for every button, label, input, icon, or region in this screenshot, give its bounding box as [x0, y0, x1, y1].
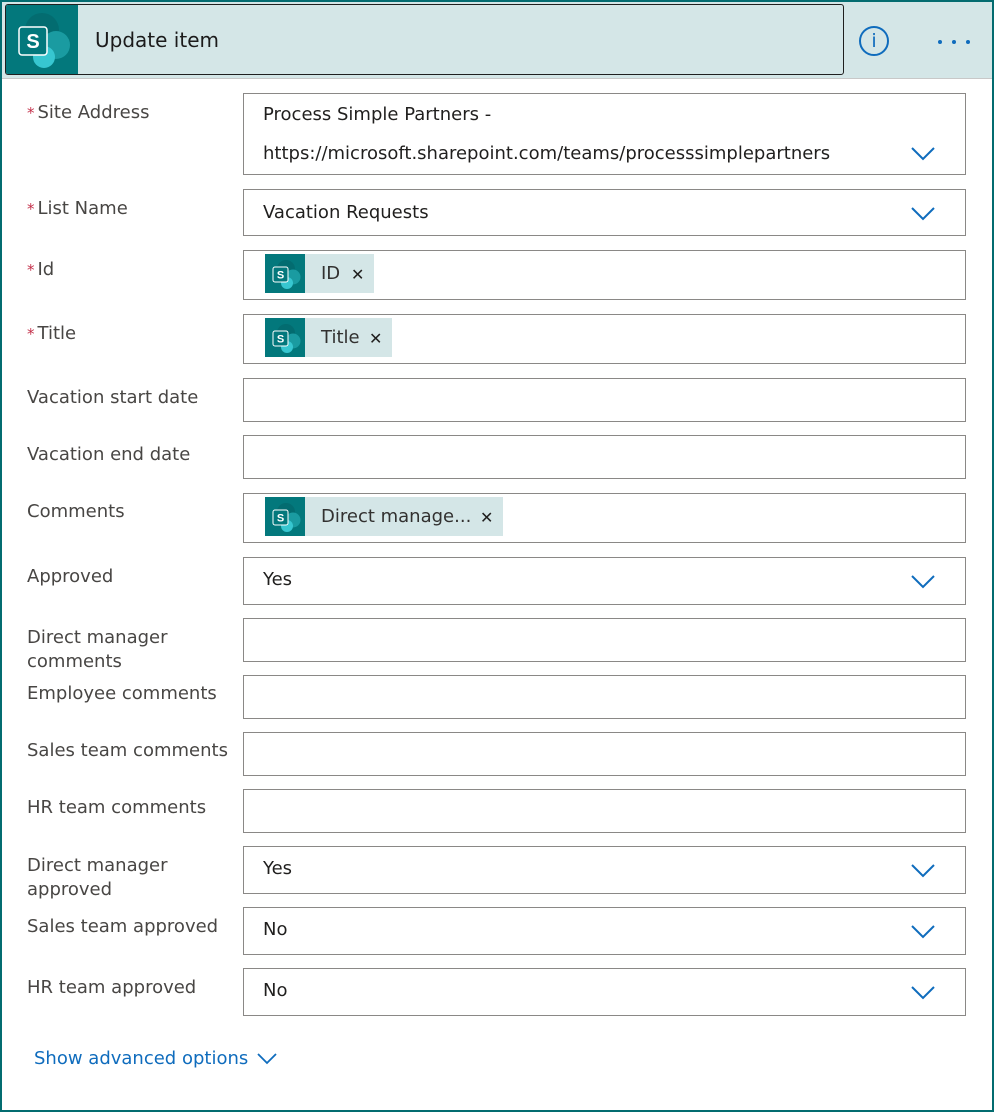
title-token-label: Title: [321, 327, 360, 348]
site-address-line2: https://microsoft.sharepoint.com/teams/p…: [263, 143, 831, 164]
hr-team-approved-label: HR team approved: [27, 977, 197, 998]
sales-team-approved-label: Sales team approved: [27, 916, 219, 937]
direct-manager-approved-dropdown[interactable]: Yes: [243, 846, 966, 894]
direct-manager-approved-label: Direct manager approved: [27, 855, 168, 900]
card-title-bar[interactable]: S Update item: [5, 4, 844, 75]
chevron-down-icon[interactable]: [911, 147, 935, 161]
approved-dropdown[interactable]: Yes: [243, 557, 966, 605]
card-title: Update item: [95, 28, 219, 52]
site-address-label: * Site Address: [27, 102, 150, 123]
hr-team-comments-label: HR team comments: [27, 797, 207, 818]
sales-team-comments-label: Sales team comments: [27, 740, 228, 761]
site-address-dropdown[interactable]: Process Simple Partners - https://micros…: [243, 93, 966, 175]
vacation-start-label: Vacation start date: [27, 387, 199, 408]
comments-token[interactable]: S Direct manage... ✕: [265, 497, 503, 536]
list-name-value: Vacation Requests: [263, 202, 429, 223]
comments-token-label: Direct manage...: [321, 506, 472, 527]
direct-manager-approved-value: Yes: [263, 858, 293, 879]
show-advanced-options-link[interactable]: Show advanced options: [34, 1047, 248, 1071]
id-label: * Id: [27, 259, 55, 280]
hr-team-approved-value: No: [263, 980, 288, 1001]
sales-team-approved-dropdown[interactable]: No: [243, 907, 966, 955]
list-name-dropdown[interactable]: Vacation Requests: [243, 189, 966, 236]
chevron-down-icon[interactable]: [256, 1052, 278, 1066]
svg-text:S: S: [26, 31, 39, 53]
chevron-down-icon[interactable]: [911, 986, 935, 1000]
chevron-down-icon[interactable]: [911, 864, 935, 878]
hr-team-approved-dropdown[interactable]: No: [243, 968, 966, 1016]
direct-manager-comments-input[interactable]: [243, 618, 966, 662]
employee-comments-label: Employee comments: [27, 683, 217, 704]
title-label: * Title: [27, 323, 77, 344]
site-address-line1: Process Simple Partners -: [263, 104, 492, 125]
sharepoint-icon: S: [6, 5, 78, 74]
comments-label: Comments: [27, 501, 125, 522]
svg-text:S: S: [277, 270, 284, 282]
close-icon[interactable]: ✕: [351, 254, 364, 296]
info-icon[interactable]: i: [859, 26, 889, 56]
close-icon[interactable]: ✕: [480, 497, 493, 539]
close-icon[interactable]: ✕: [369, 318, 382, 360]
sharepoint-icon: S: [265, 318, 305, 357]
employee-comments-input[interactable]: [243, 675, 966, 719]
sharepoint-icon: S: [265, 497, 305, 536]
list-name-label: * List Name: [27, 198, 128, 219]
id-token[interactable]: S ID ✕: [265, 254, 374, 293]
approved-value: Yes: [263, 569, 293, 590]
id-token-label: ID: [321, 263, 341, 284]
chevron-down-icon[interactable]: [911, 207, 935, 221]
id-input[interactable]: S ID ✕: [243, 250, 966, 300]
vacation-end-label: Vacation end date: [27, 444, 191, 465]
hr-team-comments-input[interactable]: [243, 789, 966, 833]
vacation-end-input[interactable]: [243, 435, 966, 479]
comments-input[interactable]: S Direct manage... ✕: [243, 493, 966, 543]
sales-team-approved-value: No: [263, 919, 288, 940]
direct-manager-comments-label: Direct manager comments: [27, 627, 168, 672]
title-input[interactable]: S Title ✕: [243, 314, 966, 364]
chevron-down-icon[interactable]: [911, 575, 935, 589]
sharepoint-icon: S: [265, 254, 305, 293]
more-icon[interactable]: [936, 32, 972, 52]
title-token[interactable]: S Title ✕: [265, 318, 392, 357]
sales-team-comments-input[interactable]: [243, 732, 966, 776]
svg-text:S: S: [277, 513, 284, 525]
svg-text:S: S: [277, 334, 284, 346]
vacation-start-input[interactable]: [243, 378, 966, 422]
card-header: S Update item i: [2, 2, 992, 79]
update-item-card: S Update item i * Site Address Process Si…: [0, 0, 994, 1112]
chevron-down-icon[interactable]: [911, 925, 935, 939]
approved-label: Approved: [27, 566, 114, 587]
